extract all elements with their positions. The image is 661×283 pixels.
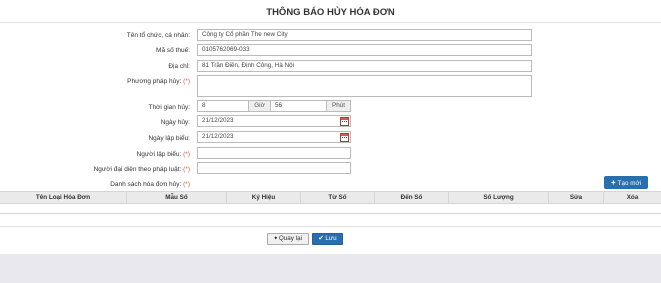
address-label: Địa chỉ: [168,63,190,70]
page-title: THÔNG BÁO HỦY HÓA ĐƠN [266,7,395,18]
creator-input[interactable] [197,147,351,159]
invoice-table-header: Tên Loại Hóa Đơn Mẫu Số Ký Hiệu Từ Số Đế… [0,191,661,204]
required-mark: (*) [183,78,190,85]
invoice-table-body [0,204,661,214]
col-delete: Xóa [626,194,639,201]
save-button[interactable]: ✔ Lưu [312,233,343,245]
col-invoice-type: Tên Loại Hóa Đơn [0,192,127,203]
col-to-no: Đến Số [375,192,449,203]
creator-label: Người lập biểu: (*) [136,151,190,158]
required-mark: (*) [183,181,190,188]
col-quantity: Số Lượng [449,192,549,203]
required-mark: (*) [183,151,190,158]
back-button[interactable]: 🠸 Quay lại [267,233,309,245]
tax-code-input[interactable]: 0105762069-033 [197,44,532,56]
org-name-input[interactable]: Công ty Cổ phần The new City [197,29,532,41]
plus-icon: + [610,178,616,187]
col-template-no: Mẫu Số [127,192,227,203]
cancel-date-label: Ngày hủy: [160,119,190,126]
calendar-icon[interactable] [340,117,349,126]
org-name-label: Tên tổ chức, cá nhân: [126,32,190,39]
hour-unit: Giờ [248,100,271,112]
invoice-list-label: Danh sách hóa đơn hủy: (*) [110,181,190,188]
arrow-left-icon: 🠸 [273,235,278,242]
calendar-icon[interactable] [340,133,349,142]
address-input[interactable]: 81 Trần Điền, Định Công, Hà Nội [197,60,532,72]
actions-divider [0,226,661,227]
col-symbol: Ký Hiệu [227,192,301,203]
hour-input[interactable]: 8 [197,100,249,112]
method-textarea[interactable] [197,75,532,97]
legal-rep-input[interactable] [197,162,351,174]
check-icon: ✔ [318,235,324,242]
col-from-no: Từ Số [301,192,375,203]
cancel-date-input[interactable]: 21/12/2023 [197,115,351,127]
create-date-input[interactable]: 21/12/2023 [197,131,351,143]
add-new-button[interactable]: + Tạo mới [604,176,648,189]
minute-unit: Phút [326,100,351,112]
time-label: Thời gian hủy: [148,104,190,111]
legal-rep-label: Người đại diện theo pháp luật: (*) [93,166,190,173]
save-label: Lưu [325,235,337,242]
add-new-label: Tạo mới [617,180,642,187]
minute-input[interactable]: 56 [270,100,327,112]
method-label: Phương pháp hủy: (*) [127,78,190,85]
tax-code-label: Mã số thuế: [156,47,190,54]
required-mark: (*) [183,166,190,173]
create-date-label: Ngày lập biểu: [148,135,190,142]
page-footer [0,254,661,283]
back-label: Quay lại [278,235,303,242]
col-edit: Sửa [549,192,604,203]
title-divider [0,22,661,23]
